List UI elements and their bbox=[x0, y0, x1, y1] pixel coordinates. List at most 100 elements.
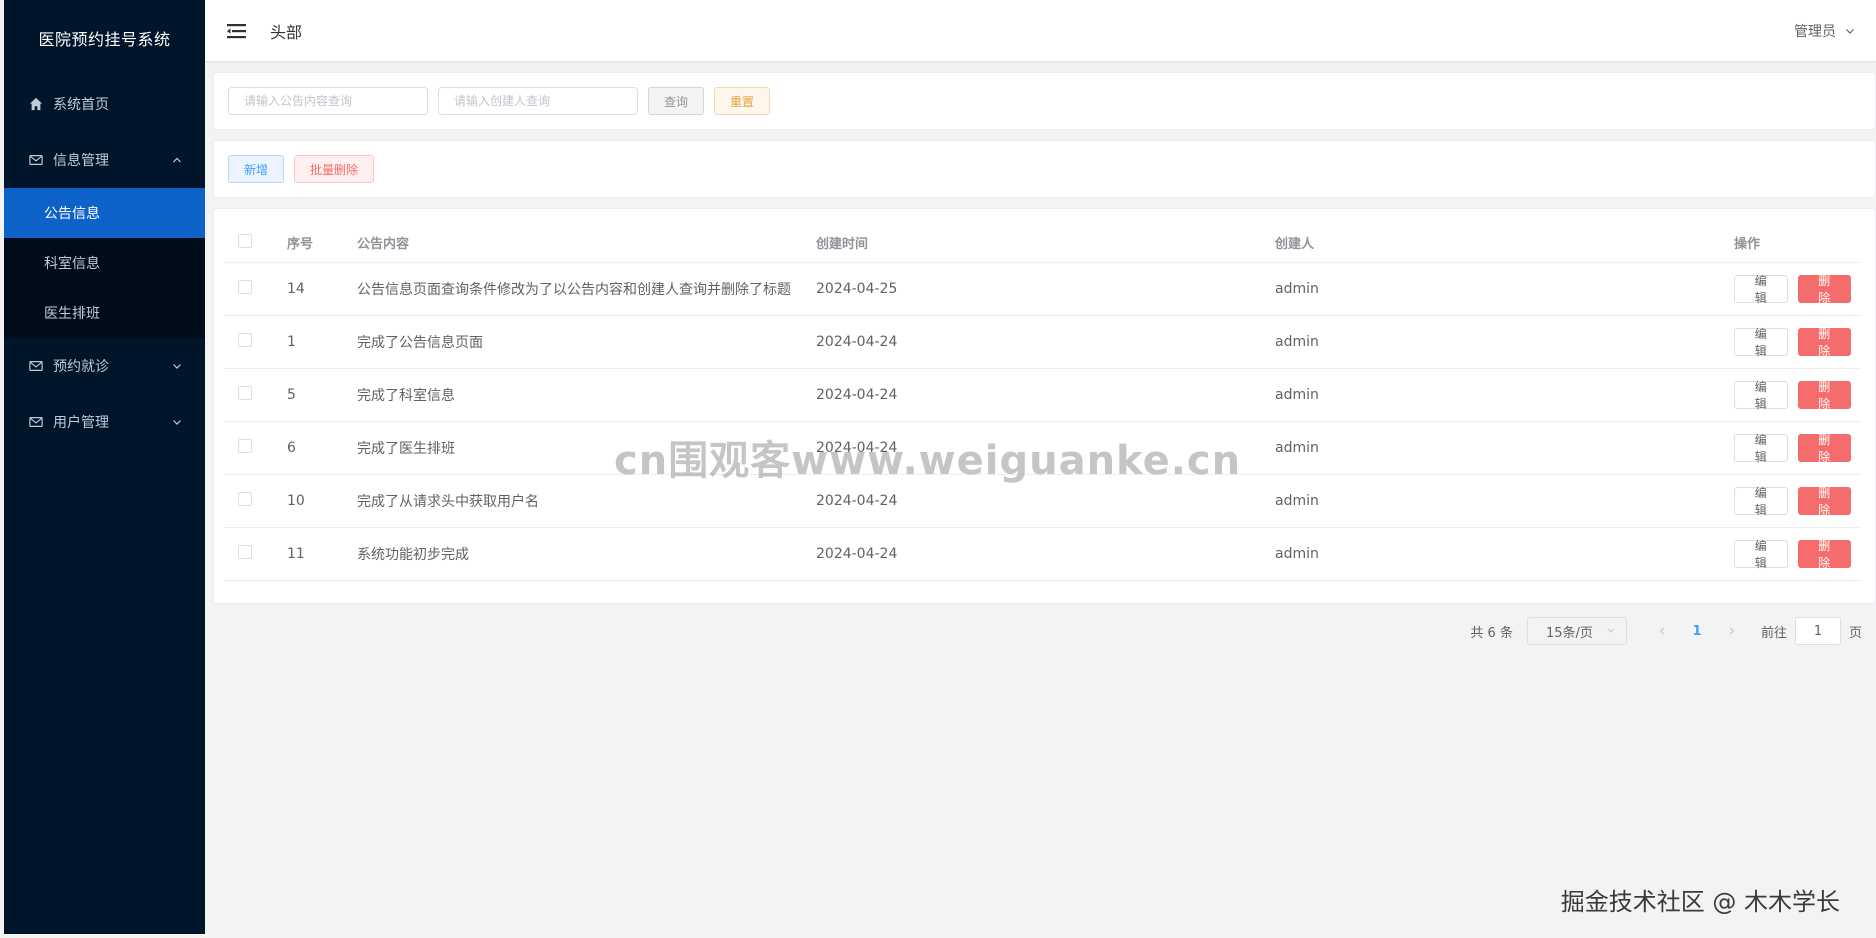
chevron-down-icon bbox=[171, 416, 183, 428]
cell-id: 14 bbox=[287, 281, 305, 297]
sidebar-item-label: 用户管理 bbox=[53, 415, 109, 431]
edit-button[interactable]: 编辑 bbox=[1734, 327, 1788, 358]
chevron-up-icon bbox=[171, 154, 183, 166]
sidebar-item-doctor-schedule[interactable]: 医生排班 bbox=[4, 288, 205, 338]
cell-creator: admin bbox=[1275, 440, 1319, 456]
chevron-down-icon bbox=[1606, 624, 1616, 639]
delete-button[interactable]: 删除 bbox=[1797, 380, 1851, 411]
cell-content: 完成了科室信息 bbox=[357, 388, 455, 404]
sidebar: 医院预约挂号系统 系统首页 信息管理 公告信息 科室信息 医生排班 预约就诊 用… bbox=[0, 0, 205, 938]
cell-creator: admin bbox=[1275, 546, 1319, 562]
page-size-value: 15条/页 bbox=[1545, 625, 1593, 641]
cell-content: 完成了医生排班 bbox=[357, 441, 455, 457]
cell-time: 2024-04-24 bbox=[816, 493, 898, 509]
sidebar-item-announcements[interactable]: 公告信息 bbox=[4, 188, 205, 238]
header-content: 公告内容 bbox=[357, 237, 410, 252]
cell-creator: admin bbox=[1275, 493, 1319, 509]
top-header: 头部 管理员 bbox=[205, 0, 1876, 62]
prev-page-button[interactable] bbox=[1647, 617, 1677, 645]
cell-creator: admin bbox=[1275, 334, 1319, 350]
cell-id: 10 bbox=[287, 493, 305, 509]
row-checkbox[interactable] bbox=[238, 545, 252, 559]
sidebar-item-departments[interactable]: 科室信息 bbox=[4, 238, 205, 288]
sidebar-item-label: 信息管理 bbox=[53, 153, 109, 169]
edit-button[interactable]: 编辑 bbox=[1734, 274, 1788, 305]
edit-button[interactable]: 编辑 bbox=[1734, 486, 1788, 517]
pagination: 共 6 条 15条/页 1 前往 页 bbox=[1470, 617, 1862, 645]
header-id: 序号 bbox=[287, 237, 314, 252]
add-button[interactable]: 新增 bbox=[228, 155, 285, 183]
edit-button[interactable]: 编辑 bbox=[1734, 433, 1788, 464]
main-content: 头部 管理员 查询 重置 新增 批量删除 序号 bbox=[205, 0, 1876, 938]
page-jumper: 前往 页 bbox=[1761, 617, 1862, 645]
row-checkbox[interactable] bbox=[238, 333, 252, 347]
table-row: 5 完成了科室信息 2024-04-24 admin 编辑 删除 bbox=[224, 369, 1861, 422]
next-page-button[interactable] bbox=[1717, 617, 1747, 645]
cell-content: 公告信息页面查询条件修改为了以公告内容和创建人查询并删除了标题 bbox=[357, 282, 791, 298]
reset-button[interactable]: 重置 bbox=[714, 87, 771, 115]
search-card: 查询 重置 bbox=[213, 72, 1876, 130]
delete-button[interactable]: 删除 bbox=[1797, 539, 1851, 570]
delete-button[interactable]: 删除 bbox=[1797, 274, 1851, 305]
cell-time: 2024-04-24 bbox=[816, 440, 898, 456]
cell-content: 系统功能初步完成 bbox=[357, 547, 469, 563]
menu-fold-icon[interactable] bbox=[227, 22, 247, 40]
batch-delete-button[interactable]: 批量删除 bbox=[294, 155, 375, 183]
cell-id: 11 bbox=[287, 546, 305, 562]
sidebar-item-home[interactable]: 系统首页 bbox=[4, 76, 205, 132]
page-title: 头部 bbox=[270, 22, 303, 42]
table-row: 11 系统功能初步完成 2024-04-24 admin 编辑 删除 bbox=[224, 528, 1861, 581]
goto-page-input[interactable] bbox=[1794, 617, 1841, 645]
submenu-info-management: 公告信息 科室信息 医生排班 bbox=[4, 188, 205, 338]
query-button[interactable]: 查询 bbox=[648, 87, 705, 115]
row-checkbox[interactable] bbox=[238, 386, 252, 400]
edit-button[interactable]: 编辑 bbox=[1734, 380, 1788, 411]
sidebar-item-user-management[interactable]: 用户管理 bbox=[4, 394, 205, 450]
sidebar-item-label: 预约就诊 bbox=[53, 359, 109, 375]
chevron-left-icon bbox=[1659, 627, 1665, 635]
row-checkbox[interactable] bbox=[238, 492, 252, 506]
home-icon bbox=[28, 96, 44, 112]
cell-time: 2024-04-25 bbox=[816, 281, 898, 297]
table-row: 14 公告信息页面查询条件修改为了以公告内容和创建人查询并删除了标题 2024-… bbox=[224, 263, 1861, 316]
sidebar-item-appointments[interactable]: 预约就诊 bbox=[4, 338, 205, 394]
table-row: 10 完成了从请求头中获取用户名 2024-04-24 admin 编辑 删除 bbox=[224, 475, 1861, 528]
chevron-right-icon bbox=[1729, 627, 1734, 635]
cell-content: 完成了公告信息页面 bbox=[357, 335, 483, 351]
delete-button[interactable]: 删除 bbox=[1797, 486, 1851, 517]
page-number-current[interactable]: 1 bbox=[1677, 617, 1717, 645]
table-header-row: 序号 公告内容 创建时间 创建人 操作 bbox=[224, 223, 1861, 263]
table-card: 序号 公告内容 创建时间 创建人 操作 14 公告信息页面查询条件修改为了以公告… bbox=[213, 208, 1876, 604]
goto-suffix: 页 bbox=[1848, 625, 1862, 641]
creator-search-input[interactable] bbox=[438, 87, 638, 115]
table-row: 1 完成了公告信息页面 2024-04-24 admin 编辑 删除 bbox=[224, 316, 1861, 369]
cell-content: 完成了从请求头中获取用户名 bbox=[357, 494, 539, 510]
header-time: 创建时间 bbox=[816, 237, 869, 252]
app-root: 医院预约挂号系统 系统首页 信息管理 公告信息 科室信息 医生排班 预约就诊 用… bbox=[0, 0, 1876, 938]
chevron-down-icon bbox=[171, 360, 183, 372]
announcement-table: 序号 公告内容 创建时间 创建人 操作 14 公告信息页面查询条件修改为了以公告… bbox=[224, 223, 1861, 581]
edit-button[interactable]: 编辑 bbox=[1734, 539, 1788, 570]
table-row: 6 完成了医生排班 2024-04-24 admin 编辑 删除 bbox=[224, 422, 1861, 475]
delete-button[interactable]: 删除 bbox=[1797, 433, 1851, 464]
header-ops: 操作 bbox=[1734, 237, 1761, 252]
user-name: 管理员 bbox=[1794, 23, 1836, 40]
goto-prefix: 前往 bbox=[1760, 625, 1787, 641]
content-search-input[interactable] bbox=[228, 87, 428, 115]
app-title: 医院预约挂号系统 bbox=[38, 30, 171, 49]
mail-icon bbox=[28, 414, 44, 430]
cell-time: 2024-04-24 bbox=[816, 334, 898, 350]
cell-id: 1 bbox=[287, 334, 296, 350]
mail-icon bbox=[28, 358, 44, 374]
mail-icon bbox=[28, 152, 44, 168]
page-size-select[interactable]: 15条/页 bbox=[1526, 617, 1627, 645]
row-checkbox[interactable] bbox=[238, 280, 252, 294]
action-card: 新增 批量删除 bbox=[213, 140, 1876, 198]
select-all-checkbox[interactable] bbox=[238, 233, 252, 248]
cell-creator: admin bbox=[1275, 387, 1319, 403]
user-dropdown[interactable]: 管理员 bbox=[1794, 21, 1856, 41]
row-checkbox[interactable] bbox=[238, 439, 252, 453]
delete-button[interactable]: 删除 bbox=[1797, 327, 1851, 358]
cell-creator: admin bbox=[1275, 281, 1319, 297]
sidebar-item-info-management[interactable]: 信息管理 bbox=[4, 132, 205, 188]
